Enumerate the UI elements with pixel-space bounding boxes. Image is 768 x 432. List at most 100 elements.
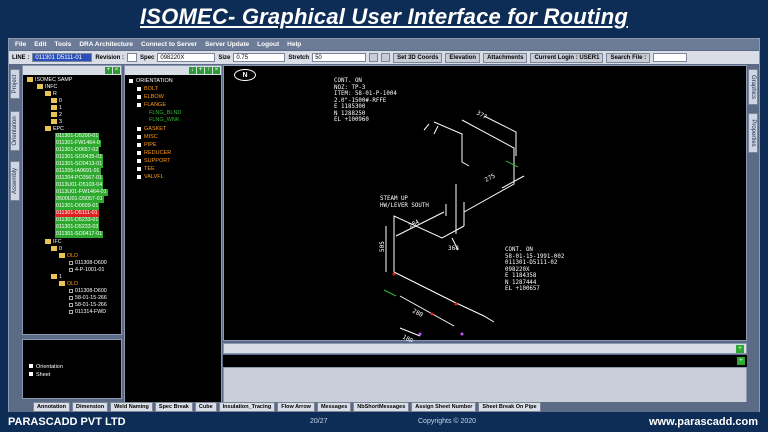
tree-node-ifc-0[interactable]: 0 — [51, 246, 62, 253]
component-item[interactable]: SUPPORT — [137, 158, 171, 165]
tree-node-old[interactable]: OLD — [59, 281, 78, 288]
checkbox-icon — [137, 166, 141, 171]
tab-graphics[interactable]: Graphics — [748, 69, 758, 105]
tree-node-ifc-1[interactable]: 1 — [51, 274, 62, 281]
add-icon[interactable]: + — [197, 67, 204, 74]
search-file-input[interactable] — [653, 53, 688, 62]
tree-item[interactable]: 011301-FW1464-0 — [55, 140, 101, 147]
elevation-button[interactable]: Elevation — [445, 52, 481, 63]
tab-project[interactable]: Project — [10, 69, 20, 99]
tree-node-ifc[interactable]: IFC — [45, 239, 62, 246]
tree-item[interactable]: 011301-D5233-03 — [55, 224, 100, 231]
component-root[interactable]: ORIENTATION — [129, 78, 173, 85]
tree-node-infc[interactable]: INFC — [37, 84, 57, 91]
tree-item[interactable]: 011301-D5200-01 — [55, 133, 100, 140]
tree-node-epc[interactable]: EPC — [45, 126, 64, 133]
tree-node-2[interactable]: 2 — [51, 112, 62, 119]
menu-server-update[interactable]: Server Update — [205, 41, 249, 48]
flow-arrow-tab[interactable]: Flow Arrow — [277, 402, 315, 412]
tree-item[interactable]: 011314-FWD — [69, 309, 106, 316]
sheet-break-on-pipe-tab[interactable]: Sheet Break On Pipe — [478, 402, 541, 412]
tree-item[interactable]: 0500U01-D5057-01 — [55, 196, 104, 203]
tree-item[interactable]: 011308-D600 — [69, 260, 107, 267]
component-subitem[interactable]: FLNG_WNK — [149, 117, 180, 124]
stretch-input[interactable]: 50 — [312, 53, 367, 62]
tree-item[interactable]: 4-P-1001-01 — [69, 267, 104, 274]
component-item[interactable]: GASKET — [137, 126, 166, 133]
tab-orientation[interactable]: Orientation — [10, 111, 20, 151]
arrow-up-icon[interactable]: ↑ — [205, 67, 212, 74]
menu-tools[interactable]: Tools — [54, 41, 71, 48]
file-icon — [69, 295, 73, 300]
close-icon[interactable]: × — [213, 67, 220, 74]
component-item[interactable]: ELBOW — [137, 94, 164, 101]
line-select[interactable]: 011301 D5111-01 — [32, 53, 93, 62]
revision-select[interactable] — [127, 53, 138, 62]
tree-node-3[interactable]: 3 — [51, 119, 62, 126]
menu-dra-architecture[interactable]: DRA Architecture — [79, 41, 133, 48]
tree-item[interactable]: 011301-D0609-01 — [55, 203, 100, 210]
dimension-line — [399, 295, 455, 327]
add-icon[interactable]: + — [105, 67, 112, 74]
tree-item-selected[interactable]: 011301-D5111-01 — [55, 210, 99, 217]
component-item[interactable]: TEE — [137, 166, 155, 173]
component-item[interactable]: REDUCER — [137, 150, 171, 157]
tree-item[interactable]: 011301-SO0413-01 — [55, 161, 104, 168]
tab-assembly[interactable]: Assembly — [10, 161, 20, 201]
tree-node-root[interactable]: ISOMEC SAMP — [27, 77, 72, 84]
checkbox-icon — [137, 174, 141, 179]
component-subitem[interactable]: FLNG_BLND — [149, 110, 181, 117]
menu-logout[interactable]: Logout — [257, 41, 279, 48]
tree-node-1[interactable]: 1 — [51, 105, 62, 112]
tree-item[interactable]: 011301-D0657-02 — [55, 147, 100, 154]
menu-edit[interactable]: Edit — [34, 41, 46, 48]
tree-item[interactable]: 011301-D5233-01 — [55, 217, 100, 224]
arrow-down-icon[interactable]: ↓ — [189, 67, 196, 74]
sheet-item[interactable]: Sheet — [29, 372, 50, 378]
add-icon[interactable]: + — [737, 357, 745, 365]
menu-help[interactable]: Help — [287, 41, 301, 48]
dimension-tab[interactable]: Dimension — [72, 402, 109, 412]
nb-short-messages-tab[interactable]: NbShortMessages — [353, 402, 410, 412]
set-3d-coords-button[interactable]: Set 3D Coords — [393, 52, 443, 63]
tab-properties[interactable]: Properties — [748, 113, 758, 153]
tree-item[interactable]: 0113U01-D5103-04 — [55, 182, 104, 189]
tree-node-r[interactable]: R — [45, 91, 57, 98]
menu-file[interactable]: File — [15, 41, 26, 48]
spec-break-tab[interactable]: Spec Break — [154, 402, 193, 412]
stretch-down-button[interactable] — [369, 53, 379, 62]
tree-item[interactable]: 0113U01-FW1464-01 — [55, 189, 108, 196]
insulation-tracing-tab[interactable]: Insulation_Tracing — [218, 402, 276, 412]
pipe-support — [445, 202, 465, 216]
component-item[interactable]: PIPE — [137, 142, 157, 149]
tree-node-old[interactable]: OLD — [59, 253, 78, 260]
close-icon[interactable]: × — [113, 67, 120, 74]
component-item[interactable]: MISC — [137, 134, 158, 141]
dimension-label: 284 — [408, 218, 421, 229]
menu-connect-to-server[interactable]: Connect to Server — [141, 41, 197, 48]
tree-item[interactable]: 011301-SO0417-01 — [55, 231, 104, 238]
cube-tab[interactable]: Cube — [194, 402, 217, 412]
splitter-bar[interactable]: + — [223, 343, 747, 354]
tree-item[interactable]: 011301-SO0435-01 — [55, 154, 104, 161]
spec-select[interactable]: 098220X — [157, 53, 216, 62]
tree-item[interactable]: 011204-PC0567-01 — [55, 175, 103, 182]
stretch-up-button[interactable] — [381, 53, 391, 62]
messages-tab[interactable]: Messages — [316, 402, 352, 412]
isometric-canvas[interactable]: N 377 275 284 368 505 280 180 CONT. ON N… — [223, 65, 747, 342]
orientation-item[interactable]: Orientation — [29, 364, 63, 370]
size-select[interactable]: 0.75 — [233, 53, 286, 62]
tree-item[interactable]: 011205-IA0691-01 — [55, 168, 101, 175]
component-item[interactable]: FLANGE — [137, 102, 166, 109]
tree-item[interactable]: 58-01-15-266 — [69, 295, 107, 302]
weld-naming-tab[interactable]: Weld Naming — [110, 402, 153, 412]
tree-item[interactable]: 011308-D600 — [69, 288, 107, 295]
attachments-button[interactable]: Attachments — [483, 52, 528, 63]
tree-item[interactable]: 58-01-15-266 — [69, 302, 107, 309]
component-item[interactable]: BOLT — [137, 86, 158, 93]
tree-node-0[interactable]: 0 — [51, 98, 62, 105]
annotation-tab[interactable]: Annotation — [33, 402, 71, 412]
add-icon[interactable]: + — [736, 345, 744, 353]
component-item[interactable]: VALVFL — [137, 174, 164, 181]
assign-sheet-number-tab[interactable]: Assign Sheet Number — [411, 402, 477, 412]
